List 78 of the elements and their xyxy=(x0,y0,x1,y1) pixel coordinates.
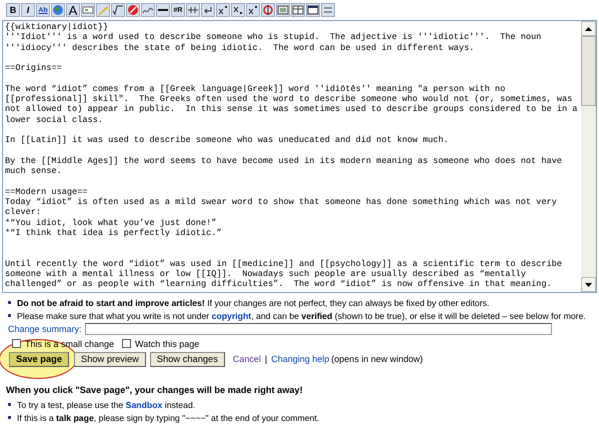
wikitext-line: ==Origins== xyxy=(5,63,63,74)
change-summary-label: Change summary: xyxy=(8,324,82,334)
wikitext-line: *“You idiot, look what you’ve just done!” xyxy=(5,218,218,228)
window-icon xyxy=(307,4,319,16)
sub-tool-button[interactable] xyxy=(231,3,245,17)
notice-text: Do not be afraid to start and improve articles! If your changes are not perfect, they can always be fixed by other editors. xyxy=(17,298,490,308)
wikitext-line: In [[Latin]] it was used to describe someone who was uneducated and did not know much. xyxy=(5,135,450,146)
bullet-icon xyxy=(8,403,11,406)
wikitext-line: '''idiocy''' describes the state of being idiotic. The word can be used in different ways. xyxy=(5,42,476,53)
changing-help-link[interactable]: Changing help xyxy=(271,354,330,364)
wikitext-line: {{wiktionary|idiot}} xyxy=(5,22,110,32)
wikitext-line: [[professional]] skill". The Greeks often used the word to describe someone who would not (or, sometimes, was xyxy=(5,94,574,104)
special-tool-button[interactable] xyxy=(261,3,275,17)
square-root-icon xyxy=(112,4,124,16)
table-tool-button[interactable] xyxy=(291,3,305,17)
tip-text: If this is a talk page, please sign by typing "~~~~" at the end of your comment. xyxy=(17,412,320,422)
gallery-tool-button[interactable] xyxy=(276,3,290,17)
globe-icon xyxy=(52,4,64,16)
wikitext-line: much sense. xyxy=(5,166,63,176)
separator: | xyxy=(264,354,268,364)
wikitext-line: someone with a mental illness or low [[IQ]]. Nowadays such people are usually described as “mentally xyxy=(5,269,527,280)
wikitext-line: clever: xyxy=(5,207,42,218)
wikitext-line: '''Idiot''' is a word used to describe someone who is stupid. The adjective is '''idiotic'''. The noun xyxy=(5,32,542,43)
bold-tool-button[interactable]: B xyxy=(6,3,20,17)
return-arrow-icon xyxy=(202,4,214,16)
scroll-up-icon[interactable] xyxy=(581,21,596,36)
change-summary-field[interactable] xyxy=(84,323,552,335)
wikitext-line: ==Modern usage== xyxy=(5,186,89,198)
save-notice-heading: When you click "Save page", your changes will be made right away! xyxy=(6,385,304,395)
circle-icon xyxy=(262,4,274,16)
sandbox-link[interactable]: Sandbox xyxy=(126,400,162,410)
bullet-icon xyxy=(8,416,11,419)
scrollbar[interactable] xyxy=(581,21,596,292)
superscript-icon xyxy=(217,4,229,16)
checkbox-label: Watch this page xyxy=(135,338,200,348)
checkbox[interactable] xyxy=(122,339,132,348)
scroll-thumb[interactable] xyxy=(581,36,596,106)
wikitext-line: Today “idiot” is often used as a mild swear word to show that someone has done something which was not very xyxy=(5,197,558,208)
wikitext-line: The word “idiot” comes from a [[Greek language|Greek]] word ''idiōtēs'' meaning "a person with no xyxy=(5,84,506,94)
sup-tool-button[interactable] xyxy=(216,3,230,17)
wikitext-line: not allowed to) appear in public. In this sense it was sometimes used to describe groups considered to be in a xyxy=(5,104,578,115)
wikitext-line: challenged” or as people with “learning difficulties”. The word “idiot” is now offensive in that meaning. xyxy=(5,279,553,290)
table-icon xyxy=(292,4,304,16)
window-tool-button[interactable] xyxy=(306,3,320,17)
bullet-icon xyxy=(8,301,11,304)
superscript-icon xyxy=(247,4,259,16)
math-tool-button[interactable] xyxy=(111,3,125,17)
signature-tool-button[interactable] xyxy=(141,3,155,17)
form-button[interactable]: Show preview xyxy=(74,352,146,366)
italic-tool-button[interactable]: I xyxy=(21,3,35,17)
tip-text: To try a test, please use the Sandbox instead. xyxy=(17,400,196,410)
save-page-button[interactable]: Save page xyxy=(9,352,69,366)
wikitext-line: By the [[Middle Ages]] the word seems to have become used in its modern meaning as someone who does not have xyxy=(5,156,563,166)
bullet-icon xyxy=(8,314,11,317)
no-sign-icon xyxy=(127,4,139,16)
nowiki-tool-button[interactable] xyxy=(126,3,140,17)
enter-tool-button[interactable] xyxy=(201,3,215,17)
picture-icon xyxy=(277,4,289,16)
wikitext-line: Until recently the word “idiot” was used in [[medicine]] and [[psychology]] as a scientific term to describe xyxy=(5,258,563,270)
wikitext-editor[interactable] xyxy=(2,20,597,293)
globe-tool-button[interactable] xyxy=(51,3,65,17)
subscript-icon xyxy=(232,4,244,16)
headline-tool-button[interactable]: A xyxy=(66,3,80,17)
form-button[interactable]: Show changes xyxy=(150,352,225,366)
wikitext-line: *“I think that idea is perfectly idiotic.” xyxy=(5,228,223,238)
new-window-note: (opens in new window) xyxy=(331,354,423,364)
cancel-link[interactable]: Cancel xyxy=(232,354,261,364)
scroll-down-icon[interactable] xyxy=(581,277,596,292)
notice-text: Please make sure that what you write is not under copyright, and can be verified (shown to be true), or else it will be deleted – see below for more. xyxy=(17,310,586,320)
checkbox-label: This is a small change xyxy=(25,338,114,348)
wikitext-line: lower social class. xyxy=(5,114,104,125)
copyright-link[interactable]: copyright xyxy=(212,310,252,320)
sup-tool-button[interactable] xyxy=(246,3,260,17)
rule-tool-button[interactable] xyxy=(156,3,170,17)
ref-tool-button[interactable] xyxy=(321,3,335,17)
image-tool-button[interactable] xyxy=(81,3,95,17)
image-icon xyxy=(82,4,94,16)
checkbox[interactable] xyxy=(12,339,21,348)
